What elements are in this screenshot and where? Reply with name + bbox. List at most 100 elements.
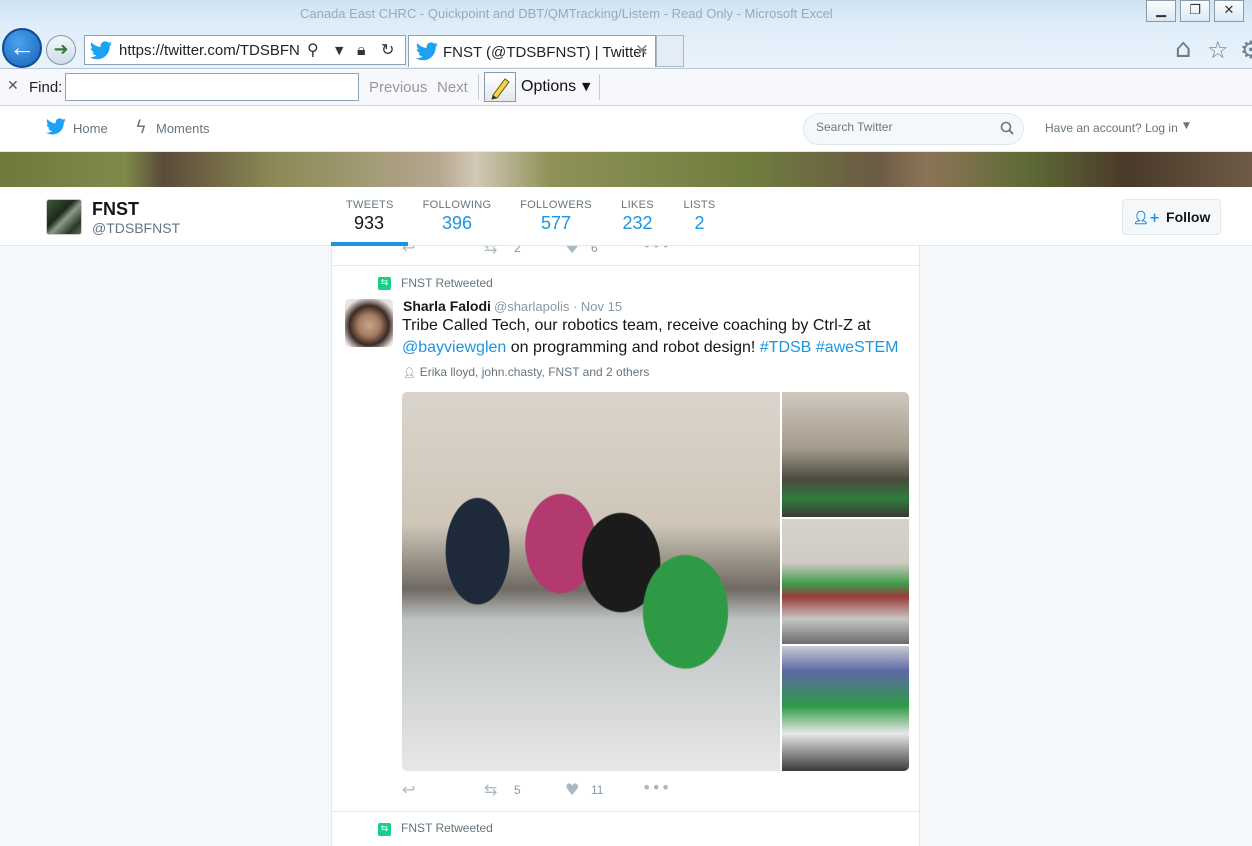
retweet-icon[interactable]: ⇆: [484, 780, 497, 799]
new-tab-button[interactable]: [656, 35, 684, 67]
minimize-button[interactable]: ▁: [1146, 0, 1176, 22]
address-url[interactable]: https://twitter.com/TDSBFN: [119, 42, 300, 59]
follow-label: Follow: [1166, 208, 1211, 225]
tweet[interactable]: ⇆ FNST Retweeted Sharla Falodi @sharlapo…: [332, 267, 919, 812]
back-arrow-icon: ←: [9, 32, 35, 62]
stat-lists[interactable]: LISTS 2: [682, 199, 717, 234]
avatar[interactable]: [46, 199, 82, 235]
chevron-down-icon[interactable]: ▼: [582, 80, 590, 93]
timeline: ↩ ⇆ 2 ♥ 6 ••• ⇆ FNST Retweeted Sharla Fa…: [331, 246, 920, 846]
login-link[interactable]: Have an account? Log in: [1045, 121, 1178, 135]
retweet-context[interactable]: FNST Retweeted: [401, 276, 493, 290]
like-count: 11: [591, 783, 604, 797]
previous-tweet-actions: ↩ ⇆ 2 ♥ 6 •••: [332, 246, 919, 266]
divider: [599, 74, 600, 100]
forward-arrow-icon: ➜: [53, 39, 69, 59]
stat-value: 2: [694, 213, 705, 233]
lock-icon[interactable]: 🔒︎: [357, 40, 366, 60]
hashtag-link[interactable]: #aweSTEM: [816, 339, 899, 356]
more-icon[interactable]: •••: [642, 778, 670, 797]
find-options-button[interactable]: Options: [521, 78, 576, 96]
stat-label: TWEETS: [346, 199, 394, 211]
back-button[interactable]: ←: [2, 28, 42, 68]
reply-icon[interactable]: ↩: [402, 246, 415, 257]
tab-twitter[interactable]: FNST (@TDSBFNST) | Twitter ✕: [408, 35, 656, 67]
avatar[interactable]: [345, 299, 393, 347]
home-icon[interactable]: ⌂: [1175, 34, 1192, 64]
close-tab-icon[interactable]: ✕: [635, 41, 649, 61]
dropdown-icon[interactable]: ▼: [335, 44, 343, 57]
stat-following[interactable]: FOLLOWING 396: [421, 199, 493, 234]
mention-link[interactable]: @bayviewglen: [402, 339, 506, 356]
photo[interactable]: [782, 646, 909, 771]
stat-tweets[interactable]: TWEETS 933: [346, 199, 394, 234]
highlight-matches-button[interactable]: [484, 72, 516, 102]
profile-name[interactable]: FNST: [92, 199, 139, 220]
forward-button[interactable]: ➜: [46, 35, 76, 65]
stat-value: 232: [622, 213, 653, 233]
search-icon[interactable]: [1000, 121, 1014, 135]
liked-by[interactable]: 👤︎ Erika lloyd, john.chasty, FNST and 2 o…: [403, 365, 649, 379]
stat-followers[interactable]: FOLLOWERS 577: [519, 199, 593, 234]
follow-button[interactable]: 👤︎+ Follow: [1122, 199, 1221, 235]
retweet-context[interactable]: FNST Retweeted: [401, 821, 493, 835]
twitter-bird-icon: [90, 41, 112, 60]
stat-label: FOLLOWING: [422, 199, 492, 211]
stat-label: LIKES: [621, 199, 654, 211]
search-input[interactable]: [816, 120, 996, 134]
refresh-icon[interactable]: ↻: [381, 40, 394, 59]
retweet-icon[interactable]: ⇆: [484, 246, 497, 257]
close-window-button[interactable]: ✕: [1214, 0, 1244, 22]
search-icon[interactable]: ⚲: [307, 40, 319, 59]
retweet-count: 5: [514, 783, 521, 797]
stat-label: FOLLOWERS: [520, 199, 592, 211]
tweet-text: Tribe Called Tech, our robotics team, re…: [402, 315, 908, 359]
find-label: Find:: [29, 79, 63, 96]
pencil-icon: [491, 78, 510, 100]
star-icon[interactable]: ☆: [1207, 36, 1229, 64]
nav-moments[interactable]: Moments: [156, 121, 209, 136]
twitter-bird-icon: [416, 42, 438, 61]
stat-value: 396: [441, 213, 473, 233]
photo[interactable]: [782, 392, 909, 517]
tweet-handle-date[interactable]: @sharlapolis · Nov 15: [494, 299, 622, 314]
retweet-count: 2: [514, 246, 521, 255]
profile-nav: FNST @TDSBFNST TWEETS 933 FOLLOWING 396 …: [0, 187, 1252, 246]
find-next-button[interactable]: Next: [437, 79, 468, 96]
gear-icon[interactable]: ⚙: [1240, 36, 1252, 64]
more-icon[interactable]: •••: [642, 246, 670, 255]
lightning-icon[interactable]: ϟ: [135, 117, 147, 138]
retweet-icon: ⇆: [378, 277, 391, 290]
profile-handle[interactable]: @TDSBFNST: [92, 220, 180, 236]
heart-icon[interactable]: ♥: [565, 246, 579, 257]
hashtag-link[interactable]: #TDSB: [760, 339, 812, 356]
heart-icon[interactable]: ♥: [565, 780, 579, 799]
restore-button[interactable]: ❐: [1180, 0, 1210, 22]
liked-by-text: Erika lloyd, john.chasty, FNST and 2 oth…: [419, 365, 650, 379]
photo[interactable]: [402, 392, 780, 771]
like-count: 6: [591, 246, 598, 255]
stat-label: LISTS: [683, 199, 716, 211]
divider: [478, 74, 479, 100]
search-box[interactable]: [803, 113, 1024, 145]
find-input[interactable]: [65, 73, 359, 101]
reply-icon[interactable]: ↩: [402, 780, 415, 799]
chevron-down-icon[interactable]: ▼: [1183, 121, 1190, 131]
find-previous-button[interactable]: Previous: [369, 79, 427, 96]
tab-title: FNST (@TDSBFNST) | Twitter: [443, 44, 647, 61]
stat-value: 577: [540, 213, 572, 233]
add-user-icon: 👤︎+: [1132, 210, 1161, 226]
tweet-author[interactable]: Sharla Falodi: [403, 298, 491, 314]
browser-titlebar: Canada East CHRC - Quickpoint and DBT/QM…: [0, 0, 1252, 69]
window-title: Canada East CHRC - Quickpoint and DBT/QM…: [300, 6, 833, 21]
retweet-icon: ⇆: [378, 823, 391, 836]
nav-home[interactable]: Home: [73, 121, 108, 136]
address-bar[interactable]: https://twitter.com/TDSBFN ⚲ ▼ 🔒︎ ↻: [84, 35, 406, 65]
twitter-top-nav: Home ϟ Moments Have an account? Log in ▼: [0, 106, 1252, 152]
close-find-icon[interactable]: ✕: [7, 78, 19, 94]
stat-value: 933: [353, 213, 385, 233]
stat-likes[interactable]: LIKES 232: [619, 199, 656, 234]
twitter-bird-icon[interactable]: [45, 118, 67, 136]
tweet[interactable]: ⇆ FNST Retweeted: [332, 813, 919, 846]
photo[interactable]: [782, 519, 909, 644]
